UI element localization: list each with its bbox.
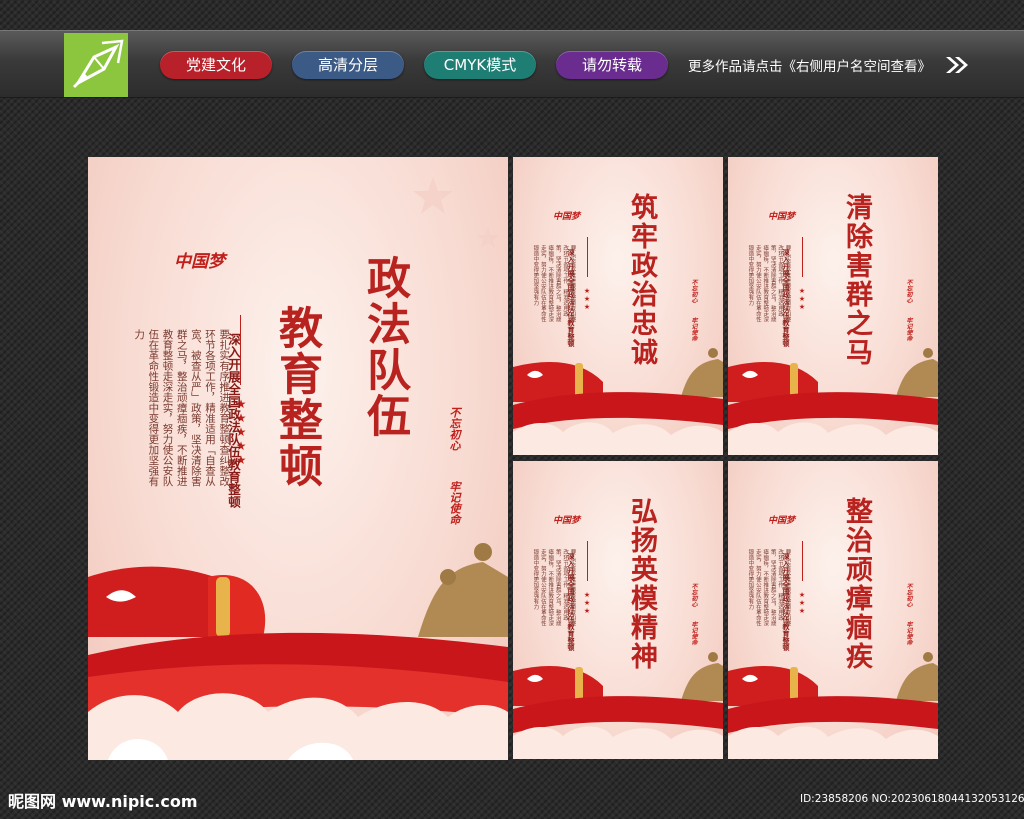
slogan-stay-true: 不忘初心 xyxy=(905,279,912,303)
star-decoration: ★ ★ ★ xyxy=(798,287,806,311)
china-dream-logo: 中国梦 xyxy=(553,212,581,222)
slogan-stay-true: 不忘初心 xyxy=(448,407,461,451)
small-poster[interactable]: 中国梦 ★ ★ ★ 弘扬英模精神 深入开展全国政法队伍教育整顿 要扎实有序推进教育整… xyxy=(513,461,723,759)
slogan-keep-mission: 牢记使命 xyxy=(690,621,697,645)
main-poster[interactable]: 中国梦 ★ ★ ★ ★ ★ 政法队伍 教育整顿 深入开展全国政法队伍教育整顿 要扎实有序… xyxy=(88,157,508,760)
divider-line xyxy=(802,541,803,581)
poster-title: 整治顽瘴痼疾 xyxy=(841,497,872,671)
top-banner: 党建文化 高清分层 CMYK模式 请勿转载 更多作品请点击《右侧用户名空间查看》 xyxy=(0,30,1024,98)
poster-body-text: 要扎实有序推进教育整顿查纠整改环节各项工作，精准适用政策，坚决清除害群之马，整治… xyxy=(747,549,791,626)
china-dream-logo: 中国梦 xyxy=(174,252,225,272)
small-poster[interactable]: 中国梦 ★ ★ ★ 筑牢政治忠诚 深入开展全国政法队伍教育整顿 要扎实有序推进教育整… xyxy=(513,157,723,455)
site-watermark: 昵图网 www.nipic.com xyxy=(8,792,198,811)
poster-body-text: 要扎实有序推进教育整顿查纠整改环节各项工作，精准适用政策，坚决清除害群之马，整治… xyxy=(747,245,791,322)
pen-nib-icon[interactable] xyxy=(64,33,128,97)
tag-pill-no-repost[interactable]: 请勿转载 xyxy=(556,51,668,79)
poster-body-text: 要扎实有序推进教育整顿查纠整改环节各项工作，精准适用政策，坚决清除害群之马，整治… xyxy=(532,549,576,626)
star-decoration: ★ ★ ★ xyxy=(798,591,806,615)
poster-body-text: 要扎实有序推进教育整顿查纠整改环节各项工作，精准适用政策，坚决清除害群之马，整治… xyxy=(532,245,576,322)
image-id-label: ID:23858206 NO:20230618044132053126 xyxy=(800,793,1024,805)
star-decoration: ★ ★ ★ xyxy=(583,287,591,311)
divider-line xyxy=(587,541,588,581)
slogan-keep-mission: 牢记使命 xyxy=(905,317,912,341)
slogan-stay-true: 不忘初心 xyxy=(905,583,912,607)
tag-pill-party-culture[interactable]: 党建文化 xyxy=(160,51,272,79)
slogan-keep-mission: 牢记使命 xyxy=(448,481,461,525)
small-poster[interactable]: 中国梦 ★ ★ ★ 整治顽瘴痼疾 深入开展全国政法队伍教育整顿 要扎实有序推进教育整… xyxy=(728,461,938,759)
double-chevron-right-icon[interactable] xyxy=(944,55,970,75)
china-dream-logo: 中国梦 xyxy=(768,516,796,526)
tag-pill-cmyk[interactable]: CMYK模式 xyxy=(424,51,536,79)
small-poster[interactable]: 中国梦 ★ ★ ★ 清除害群之马 深入开展全国政法队伍教育整顿 要扎实有序推进教育整… xyxy=(728,157,938,455)
divider-line xyxy=(587,237,588,277)
main-title-line1: 政法队伍 xyxy=(359,255,410,439)
main-title-line2: 教育整顿 xyxy=(271,305,322,489)
china-dream-logo: 中国梦 xyxy=(768,212,796,222)
more-works-link[interactable]: 更多作品请点击《右侧用户名空间查看》 xyxy=(688,55,931,75)
main-body-text: 要扎实有序推进教育整顿查纠整改环节各项工作，精准适用「自查从宽、被查从严」政策，… xyxy=(133,329,231,487)
slogan-stay-true: 不忘初心 xyxy=(690,279,697,303)
divider-line xyxy=(802,237,803,277)
tag-pill-hd-layers[interactable]: 高清分层 xyxy=(292,51,404,79)
slogan-stay-true: 不忘初心 xyxy=(690,583,697,607)
poster-title: 清除害群之马 xyxy=(841,193,872,367)
china-dream-logo: 中国梦 xyxy=(553,516,581,526)
slogan-keep-mission: 牢记使命 xyxy=(690,317,697,341)
star-decoration: ★ ★ ★ xyxy=(583,591,591,615)
poster-title: 弘扬英模精神 xyxy=(626,497,657,671)
poster-title: 筑牢政治忠诚 xyxy=(626,193,657,367)
slogan-keep-mission: 牢记使命 xyxy=(905,621,912,645)
